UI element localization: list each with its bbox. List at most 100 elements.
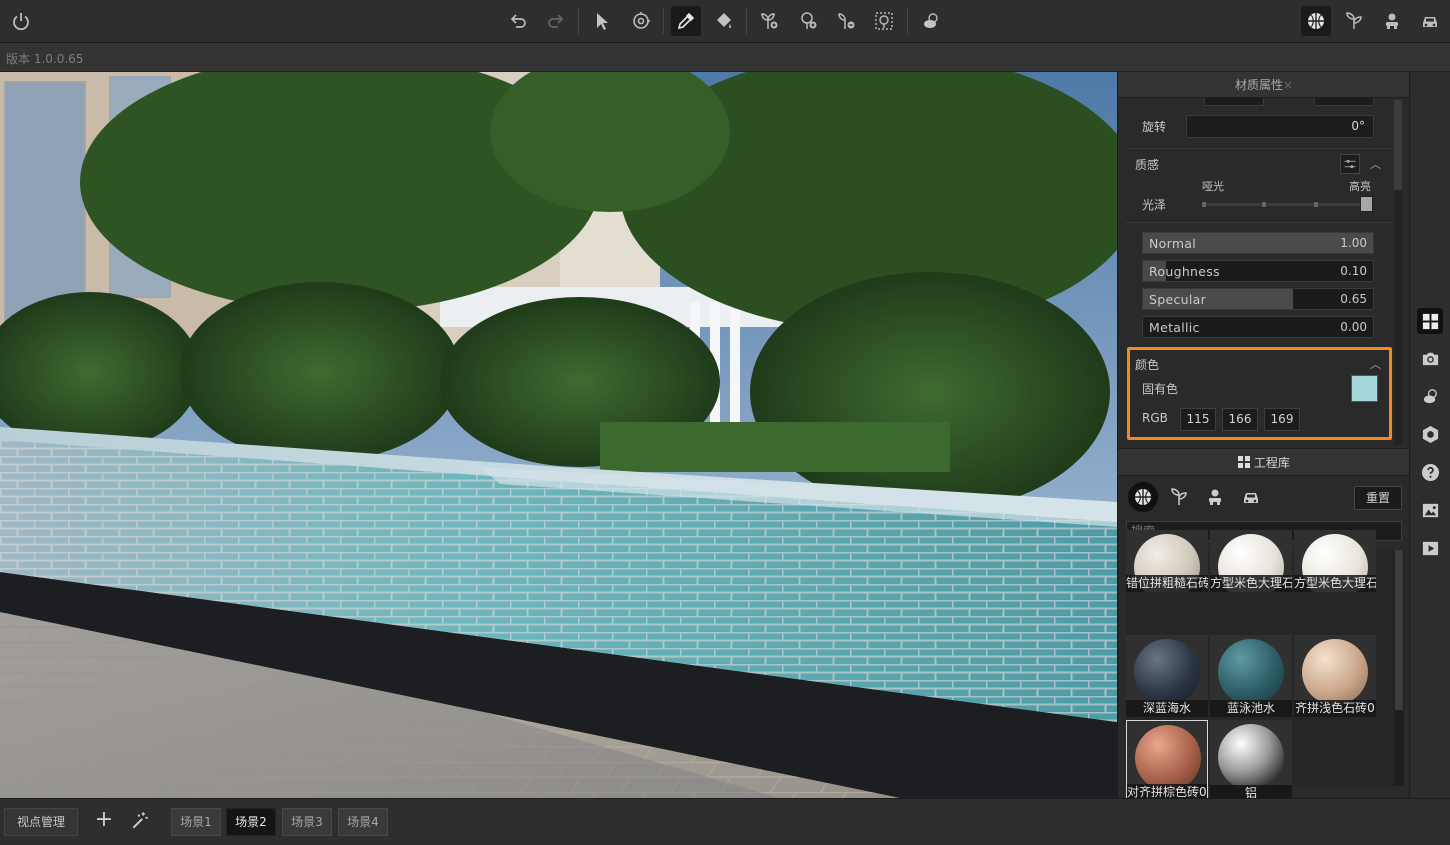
material-tile[interactable]: 深蓝海水	[1126, 635, 1208, 717]
close-icon[interactable]: ×	[1283, 78, 1293, 92]
scene-tab-2[interactable]: 场景2	[226, 808, 276, 836]
texture-settings-button[interactable]	[1340, 154, 1360, 174]
video-icon[interactable]	[1417, 535, 1443, 561]
weather-icon[interactable]	[1417, 383, 1443, 409]
bottom-bar: 视点管理 + 场景1 场景2 场景3 场景4	[0, 798, 1450, 845]
slider-specular[interactable]: Specular 0.65	[1142, 288, 1374, 310]
select-arrow-icon[interactable]	[587, 6, 617, 36]
redo-icon[interactable]	[541, 6, 571, 36]
material-ball-icon[interactable]	[1301, 6, 1331, 36]
settings-icon[interactable]	[1417, 421, 1443, 447]
remove-plant-icon[interactable]	[831, 6, 861, 36]
plant-icon	[1171, 488, 1187, 505]
material-name: 错位拼粗糙石砖	[1126, 575, 1208, 592]
grid-icon	[1238, 456, 1251, 468]
slider-value: 0.10	[1340, 264, 1367, 278]
material-tile[interactable]: 蓝泳池水	[1210, 635, 1292, 717]
material-tile[interactable]: 齐拼浅色石砖0	[1294, 635, 1376, 717]
slider-label: Metallic	[1149, 320, 1200, 335]
slider-label: Specular	[1149, 292, 1207, 307]
material-tile[interactable]: 方型米色大理石	[1294, 530, 1376, 592]
base-color-label: 固有色	[1142, 382, 1179, 396]
material-name: 深蓝海水	[1126, 700, 1208, 717]
top-toolbar	[0, 0, 1450, 43]
orbit-target-icon[interactable]	[626, 6, 656, 36]
paint-bucket-icon[interactable]	[709, 6, 739, 36]
grid-icon[interactable]	[1417, 308, 1443, 334]
power-icon[interactable]	[6, 6, 36, 36]
texture-section-label: 质感	[1135, 158, 1160, 172]
scene-render	[0, 72, 1117, 798]
car-icon[interactable]	[1415, 6, 1445, 36]
rgb-blue-input[interactable]: 169	[1264, 408, 1300, 431]
plant-library-icon[interactable]	[1339, 6, 1369, 36]
side-icon-strip	[1409, 72, 1450, 798]
panel-title: 材质属性	[1234, 78, 1283, 92]
library-header: 工程库	[1118, 448, 1410, 476]
image-icon[interactable]	[1417, 497, 1443, 523]
magic-wand-icon[interactable]	[129, 809, 153, 833]
material-panel: 材质属性× 旋转 0° 质感 ︿ 哑光 高亮 光泽 Normal 1.00 Roug…	[1117, 72, 1410, 802]
add-tree-icon[interactable]	[793, 6, 823, 36]
material-tile[interactable]: 铝	[1210, 720, 1292, 802]
material-scrollbar[interactable]	[1394, 100, 1402, 445]
scatter-plant-icon[interactable]	[869, 6, 899, 36]
rotation-value: 0°	[1351, 119, 1365, 133]
slider-value: 0.00	[1340, 320, 1367, 334]
car-icon	[1244, 493, 1258, 503]
rgb-green-input[interactable]: 166	[1222, 408, 1258, 431]
undo-icon[interactable]	[503, 6, 533, 36]
version-label: 版本 1.0.0.65	[6, 52, 84, 66]
rgb-label: RGB	[1142, 411, 1168, 425]
add-scene-icon[interactable]: +	[92, 809, 116, 833]
library-tab-vehicles[interactable]	[1236, 482, 1266, 512]
slider-roughness[interactable]: Roughness 0.10	[1142, 260, 1374, 282]
library-title: 工程库	[1253, 456, 1290, 470]
library-tab-plants[interactable]	[1164, 482, 1194, 512]
scale-field-y	[1314, 98, 1374, 106]
color-swatch[interactable]	[1351, 375, 1378, 402]
library-scrollbar[interactable]	[1394, 550, 1404, 786]
eyedropper-icon[interactable]	[671, 6, 701, 36]
version-bar: 版本 1.0.0.65	[0, 43, 1450, 72]
scene-tab-3[interactable]: 场景3	[282, 808, 332, 836]
scene-tab-1[interactable]: 场景1	[171, 808, 221, 836]
rotation-input[interactable]: 0°	[1186, 115, 1374, 138]
material-name: 蓝泳池水	[1210, 700, 1292, 717]
rotation-label: 旋转	[1142, 120, 1167, 134]
slider-label: Roughness	[1149, 264, 1220, 279]
add-plant-icon[interactable]	[754, 6, 784, 36]
weather-icon[interactable]	[916, 6, 946, 36]
3d-viewport[interactable]	[0, 72, 1117, 798]
viewpoint-manager-button[interactable]: 视点管理	[4, 808, 78, 836]
material-tile[interactable]: 对齐拼棕色砖03	[1126, 720, 1208, 802]
library-tab-characters[interactable]	[1200, 482, 1230, 512]
material-preview	[1218, 724, 1284, 790]
scale-field-x	[1204, 98, 1264, 106]
color-collapse-chevron-icon[interactable]: ︿	[1370, 356, 1381, 372]
rgb-red-input[interactable]: 115	[1180, 408, 1216, 431]
library-grid: 错位拼粗糙石砖 方型米色大理石 方型米色大理石 深蓝海水 蓝泳池水 齐拼浅色石砖0 对齐拼棕…	[1126, 530, 1402, 802]
slider-normal[interactable]: Normal 1.00	[1142, 232, 1374, 254]
scene-tab-4[interactable]: 场景4	[338, 808, 388, 836]
material-tile[interactable]: 错位拼粗糙石砖	[1126, 530, 1208, 592]
slider-metallic[interactable]: Metallic 0.00	[1142, 316, 1374, 338]
library-tab-materials[interactable]	[1128, 482, 1158, 512]
slider-value: 1.00	[1340, 236, 1367, 250]
material-name: 方型米色大理石	[1210, 575, 1292, 592]
gloss-slider[interactable]	[1202, 202, 1372, 207]
gloss-slider-handle[interactable]	[1360, 196, 1373, 212]
reset-button[interactable]: 重置	[1354, 486, 1402, 510]
slider-label: Normal	[1149, 236, 1197, 251]
camera-icon[interactable]	[1417, 345, 1443, 371]
material-preview	[1302, 639, 1368, 705]
help-icon[interactable]	[1417, 459, 1443, 485]
material-tile[interactable]: 方型米色大理石	[1210, 530, 1292, 592]
character-icon[interactable]	[1377, 6, 1407, 36]
gloss-high-label: 高亮	[1349, 180, 1371, 193]
collapse-chevron-icon[interactable]: ︿	[1370, 156, 1381, 172]
material-preview	[1135, 725, 1201, 791]
material-name: 齐拼浅色石砖0	[1294, 700, 1376, 717]
character-icon	[1209, 489, 1221, 505]
material-preview	[1218, 639, 1284, 705]
